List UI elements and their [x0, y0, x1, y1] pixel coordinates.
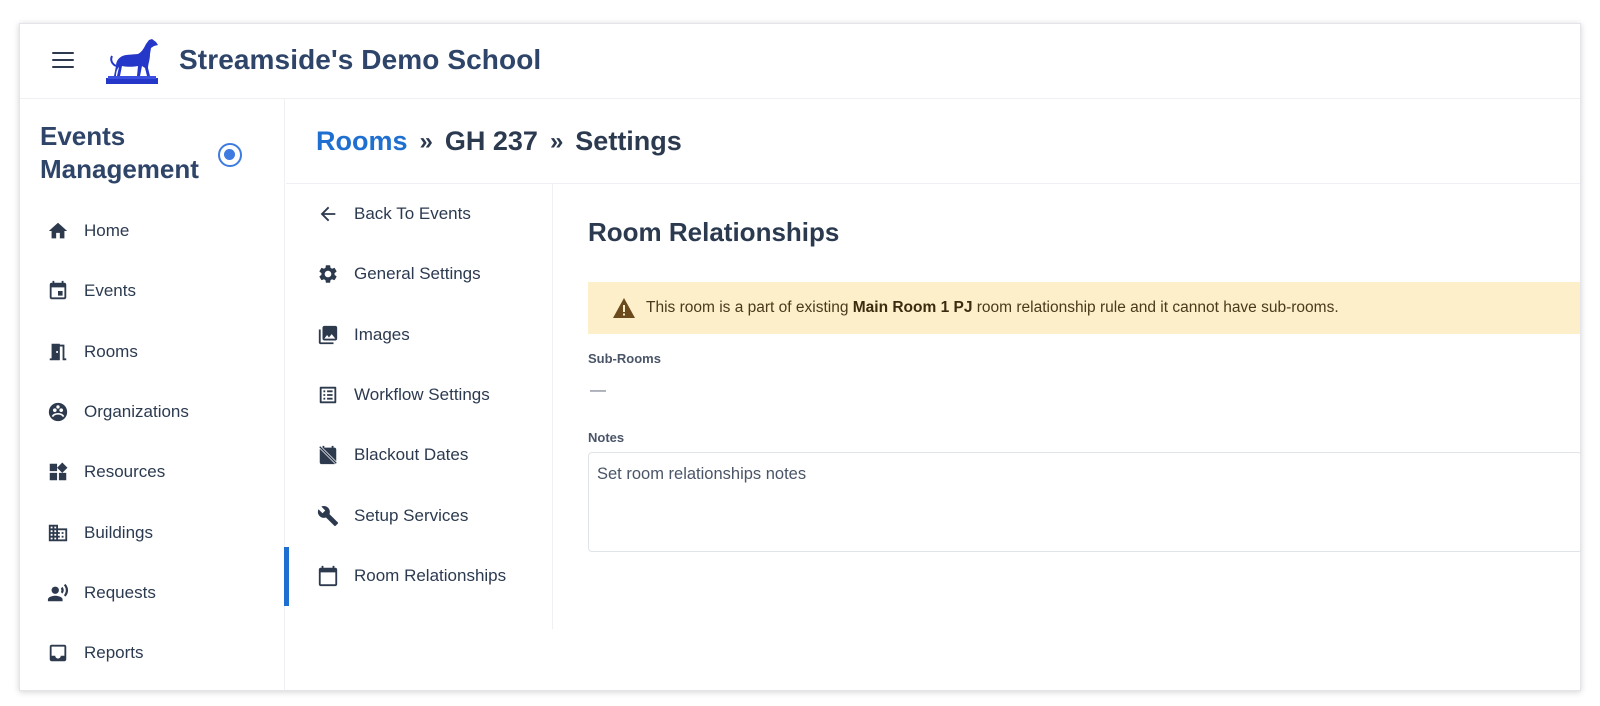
subnav-label: Room Relationships — [354, 565, 507, 585]
home-icon — [46, 219, 70, 243]
subnav-label: Workflow Settings — [354, 385, 490, 405]
breadcrumb-separator: » — [419, 127, 433, 155]
gear-icon — [316, 262, 340, 286]
sidebar-item-label: Organizations — [84, 402, 189, 422]
sidebar-item-home[interactable]: Home — [20, 201, 285, 261]
section-title: Room Relationships — [588, 217, 840, 247]
subnav-label: General Settings — [354, 264, 481, 284]
subnav-blackout-dates[interactable]: Blackout Dates — [286, 425, 552, 485]
sidebar-item-label: Reports — [84, 643, 144, 663]
sidebar-item-requests[interactable]: Requests — [20, 563, 285, 623]
notes-label: Notes — [588, 430, 625, 445]
alert-text-suffix: room relationship rule and it cannot hav… — [972, 299, 1339, 316]
subrooms-value: — — [590, 382, 606, 399]
sidebar-nav: Home Events Rooms Organizations Resource… — [20, 201, 285, 683]
app-window: Streamside's Demo School Events Manageme… — [19, 23, 1581, 691]
subnav-room-relationships[interactable]: Room Relationships — [284, 546, 552, 607]
sidebar-item-rooms[interactable]: Rooms — [20, 322, 285, 382]
subnav-label: Blackout Dates — [354, 445, 469, 465]
school-title: Streamside's Demo School — [179, 44, 542, 75]
warning-icon — [613, 298, 635, 318]
sidebar-item-label: Home — [84, 221, 130, 241]
breadcrumb-room: GH 237 — [444, 126, 538, 156]
subnav-setup-services[interactable]: Setup Services — [286, 485, 552, 545]
breadcrumb-separator: » — [549, 127, 564, 155]
subnav-label: Back To Events — [354, 204, 471, 224]
sidebar-item-organizations[interactable]: Organizations — [20, 382, 285, 442]
sidebar-item-resources[interactable]: Resources — [20, 442, 285, 502]
sidebar-title: Events Management — [40, 121, 199, 184]
organizations-icon — [46, 400, 70, 424]
event-busy-icon — [316, 443, 340, 467]
alert-text: This room is a part of existing Main Roo… — [646, 299, 1339, 317]
widgets-icon — [46, 460, 70, 484]
sidebar-item-label: Buildings — [84, 522, 153, 542]
list-icon — [316, 383, 340, 407]
warning-alert: This room is a part of existing Main Roo… — [588, 282, 1580, 334]
subnav-label: Setup Services — [354, 505, 469, 525]
record-voice-icon — [46, 581, 70, 605]
notes-textarea[interactable] — [588, 452, 1580, 552]
inbox-icon — [46, 641, 70, 665]
alert-room-name: Main Room 1 PJ — [852, 299, 973, 316]
subrooms-label: Sub-Rooms — [588, 351, 661, 366]
arrow-left-icon — [316, 202, 340, 226]
subnav-general-settings[interactable]: General Settings — [286, 244, 552, 304]
sidebar-item-label: Requests — [84, 582, 156, 602]
calendar-icon — [316, 564, 340, 588]
building-icon — [46, 521, 70, 545]
subnav-images[interactable]: Images — [286, 305, 552, 365]
subnav-workflow-settings[interactable]: Workflow Settings — [286, 365, 552, 425]
wrench-icon — [316, 504, 340, 528]
settings-subnav: Back To Events General Settings Images W… — [284, 184, 553, 629]
subnav-back-to-events[interactable]: Back To Events — [286, 184, 552, 244]
sidebar-item-label: Resources — [84, 462, 166, 482]
greyhound-logo — [106, 39, 158, 84]
breadcrumb-rooms-link[interactable]: Rooms — [316, 126, 408, 157]
calendar-event-icon — [46, 279, 70, 303]
alert-text-prefix: This room is a part of existing — [646, 299, 853, 316]
sidebar-item-events[interactable]: Events — [20, 261, 285, 321]
sidebar-item-label: Events — [84, 281, 136, 301]
sidebar-item-reports[interactable]: Reports — [20, 623, 285, 683]
sidebar-item-label: Rooms — [84, 341, 138, 361]
hamburger-menu-icon[interactable] — [52, 52, 74, 68]
breadcrumb: Rooms » GH 237 » Settings — [316, 126, 682, 157]
radio-selected-icon[interactable] — [218, 143, 242, 167]
door-icon — [46, 340, 70, 364]
breadcrumb-page: Settings — [575, 126, 682, 156]
top-bar: Streamside's Demo School — [20, 24, 1580, 99]
images-icon — [316, 323, 340, 347]
sidebar-item-buildings[interactable]: Buildings — [20, 502, 285, 562]
subnav-label: Images — [354, 324, 410, 344]
sidebar: Events Management Home Events Rooms Orga… — [20, 99, 285, 690]
